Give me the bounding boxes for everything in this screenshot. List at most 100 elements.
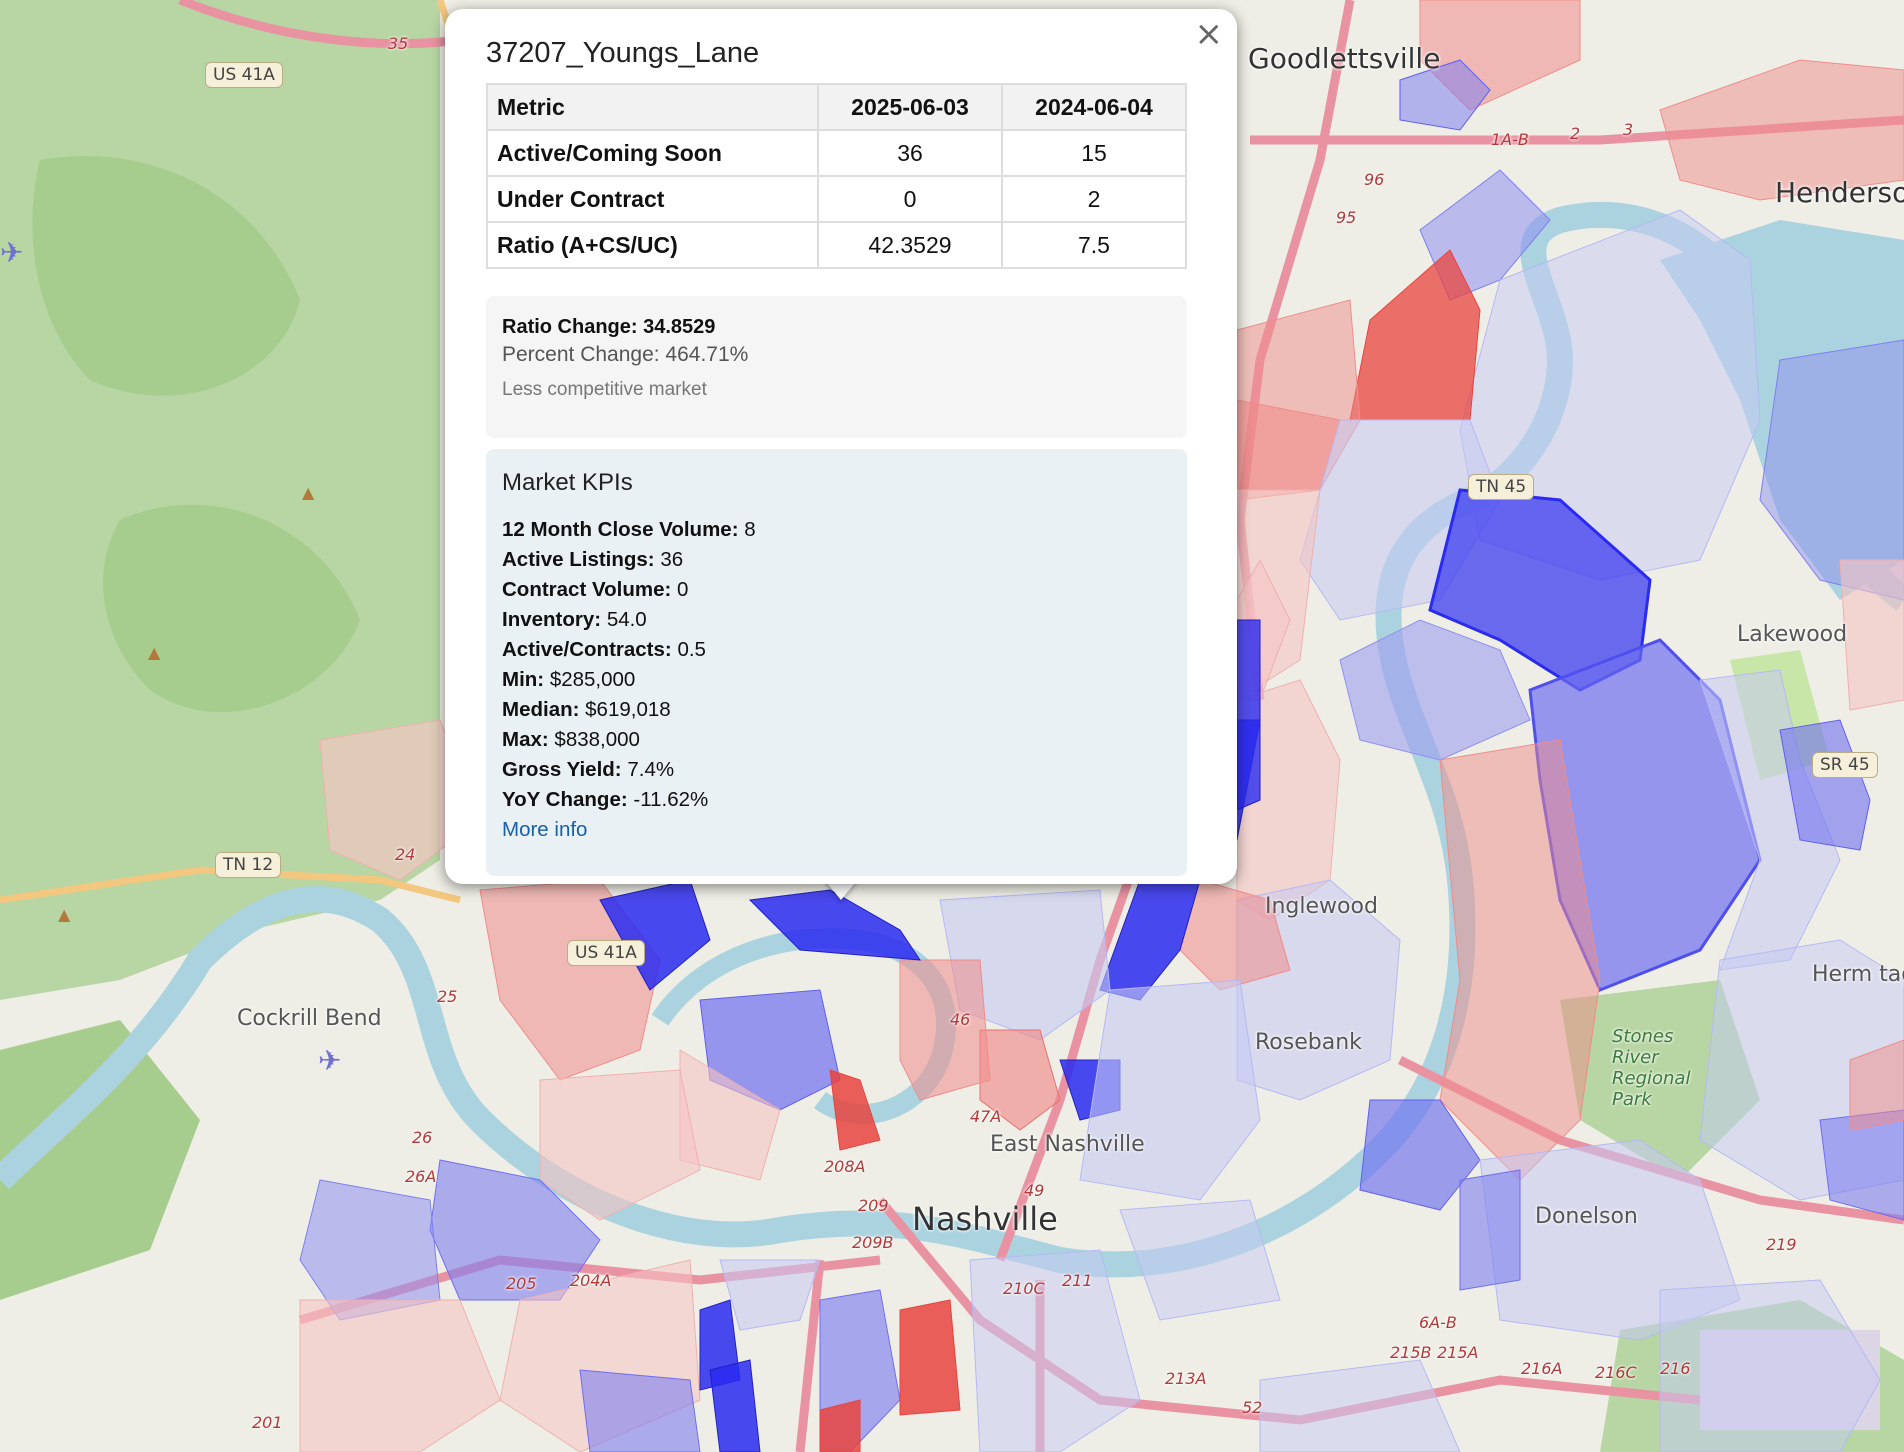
kpi-row: Active Listings: 36 bbox=[502, 545, 1171, 575]
exit-label: 24 bbox=[395, 845, 416, 864]
table-cell: 7.5 bbox=[1001, 221, 1187, 269]
label-inglewood: Inglewood bbox=[1265, 894, 1378, 919]
table-row: Under Contract 0 2 bbox=[486, 175, 1187, 223]
table-header: 2025-06-03 bbox=[817, 83, 1003, 131]
exit-label: 3 bbox=[1623, 120, 1634, 139]
peak-icon: ▲ bbox=[148, 643, 161, 662]
table-header: 2024-06-04 bbox=[1001, 83, 1187, 131]
table-cell: Active/Coming Soon bbox=[486, 129, 819, 177]
zip-area-red-strong[interactable] bbox=[899, 1299, 961, 1416]
exit-label: 47A bbox=[970, 1107, 1002, 1126]
kpi-row: Median: $619,018 bbox=[502, 695, 1171, 725]
shield-tn12: TN 12 bbox=[215, 852, 282, 878]
table-cell: 15 bbox=[1001, 129, 1187, 177]
shield-us41a: US 41A bbox=[205, 62, 283, 88]
exit-label: 215A bbox=[1437, 1343, 1479, 1362]
kpi-row: Active/Contracts: 0.5 bbox=[502, 635, 1171, 665]
kpi-label: Max: bbox=[502, 728, 549, 751]
kpi-label: Min: bbox=[502, 668, 545, 691]
kpi-row: Gross Yield: 7.4% bbox=[502, 755, 1171, 785]
kpi-label: Active Listings: bbox=[502, 548, 655, 571]
exit-label: 219 bbox=[1766, 1235, 1797, 1254]
exit-label: 26A bbox=[405, 1167, 437, 1186]
kpi-label: Median: bbox=[502, 698, 580, 721]
kpi-row: Inventory: 54.0 bbox=[502, 605, 1171, 635]
exit-label: 209B bbox=[852, 1233, 894, 1252]
exit-label: 216C bbox=[1595, 1363, 1637, 1382]
ratio-change: Ratio Change: 34.8529 bbox=[502, 316, 716, 338]
exit-label: 95 bbox=[1336, 208, 1357, 227]
zip-area-lightred[interactable] bbox=[1839, 559, 1904, 711]
exit-label: 26 bbox=[412, 1128, 433, 1147]
label-rosebank: Rosebank bbox=[1255, 1030, 1362, 1055]
metrics-table: Metric 2025-06-03 2024-06-04 Active/Comi… bbox=[486, 83, 1187, 269]
kpi-title: Market KPIs bbox=[502, 469, 633, 496]
exit-label: 2 bbox=[1570, 124, 1581, 143]
kpi-row: Contract Volume: 0 bbox=[502, 575, 1171, 605]
kpi-row: Min: $285,000 bbox=[502, 665, 1171, 695]
exit-label: 52 bbox=[1242, 1398, 1263, 1417]
table-cell: 36 bbox=[817, 129, 1003, 177]
table-row: Ratio (A+CS/UC) 42.3529 7.5 bbox=[486, 221, 1187, 269]
kpi-row: Max: $838,000 bbox=[502, 725, 1171, 755]
kpi-value: -11.62% bbox=[633, 788, 709, 811]
exit-label: 213A bbox=[1165, 1369, 1207, 1388]
exit-label: 215B bbox=[1390, 1343, 1432, 1362]
kpi-value: $619,018 bbox=[585, 698, 671, 721]
label-east-nashville: East Nashville bbox=[990, 1132, 1145, 1157]
peak-icon: ▲ bbox=[58, 905, 71, 924]
kpi-value: 0.5 bbox=[677, 638, 706, 661]
exit-label: 25 bbox=[437, 987, 458, 1006]
airport-icon: ✈ bbox=[318, 1044, 341, 1077]
kpi-label: Contract Volume: bbox=[502, 578, 672, 601]
exit-label: 96 bbox=[1364, 170, 1385, 189]
kpi-row: YoY Change: -11.62% bbox=[502, 785, 1171, 815]
market-kpis-box: Market KPIs 12 Month Close Volume: 8 Act… bbox=[486, 449, 1187, 876]
kpi-value: 0 bbox=[677, 578, 689, 601]
exit-label: 205 bbox=[506, 1274, 537, 1293]
info-popup: × 37207_Youngs_Lane Metric 2025-06-03 20… bbox=[445, 9, 1237, 884]
kpi-label: 12 Month Close Volume: bbox=[502, 518, 739, 541]
zip-area-blue[interactable] bbox=[1459, 1169, 1521, 1291]
popup-title: 37207_Youngs_Lane bbox=[486, 37, 760, 69]
table-header: Metric bbox=[486, 83, 819, 131]
kpi-value: $285,000 bbox=[549, 668, 636, 691]
label-donelson: Donelson bbox=[1535, 1204, 1638, 1229]
label-lakewood: Lakewood bbox=[1737, 622, 1848, 647]
zip-area-blue[interactable] bbox=[1236, 619, 1261, 811]
table-cell: 42.3529 bbox=[817, 221, 1003, 269]
label-hermitage: Herm tag bbox=[1812, 962, 1904, 987]
label-goodlettsville: Goodlettsville bbox=[1248, 42, 1441, 75]
table-cell: 0 bbox=[817, 175, 1003, 223]
exit-label: 1A-B bbox=[1491, 130, 1529, 149]
zip-area-red[interactable] bbox=[899, 959, 991, 1101]
table-cell: Ratio (A+CS/UC) bbox=[486, 221, 819, 269]
exit-label: 216 bbox=[1660, 1359, 1691, 1378]
table-cell: 2 bbox=[1001, 175, 1187, 223]
exit-label: 204A bbox=[570, 1271, 612, 1290]
kpi-value: $838,000 bbox=[554, 728, 640, 751]
kpi-value: 8 bbox=[744, 518, 756, 541]
close-icon[interactable]: × bbox=[1195, 17, 1224, 51]
exit-label: 209 bbox=[858, 1196, 889, 1215]
table-cell: Under Contract bbox=[486, 175, 819, 223]
kpi-label: YoY Change: bbox=[502, 788, 628, 811]
label-stones-river: Stones River Regional Park bbox=[1612, 1026, 1691, 1110]
label-cockrill-bend: Cockrill Bend bbox=[237, 1006, 382, 1031]
kpi-label: Gross Yield: bbox=[502, 758, 622, 781]
ratio-change-box: Ratio Change: 34.8529 Percent Change: 46… bbox=[486, 296, 1187, 438]
exit-label: 210C bbox=[1003, 1279, 1045, 1298]
peak-icon: ▲ bbox=[302, 483, 315, 502]
kpi-value: 7.4% bbox=[627, 758, 675, 781]
label-nashville: Nashville bbox=[912, 1200, 1058, 1238]
percent-change: Percent Change: 464.71% bbox=[502, 343, 749, 366]
label-henderson: Hendersor bbox=[1775, 176, 1904, 209]
kpi-value: 54.0 bbox=[606, 608, 647, 631]
more-info-link[interactable]: More info bbox=[502, 815, 1171, 845]
market-note: Less competitive market bbox=[502, 379, 707, 400]
exit-label: 46 bbox=[950, 1010, 971, 1029]
exit-label: 6A-B bbox=[1419, 1313, 1457, 1332]
zip-area-blue[interactable] bbox=[579, 1369, 701, 1452]
exit-label: 211 bbox=[1062, 1271, 1093, 1290]
kpi-row: 12 Month Close Volume: 8 bbox=[502, 515, 1171, 545]
